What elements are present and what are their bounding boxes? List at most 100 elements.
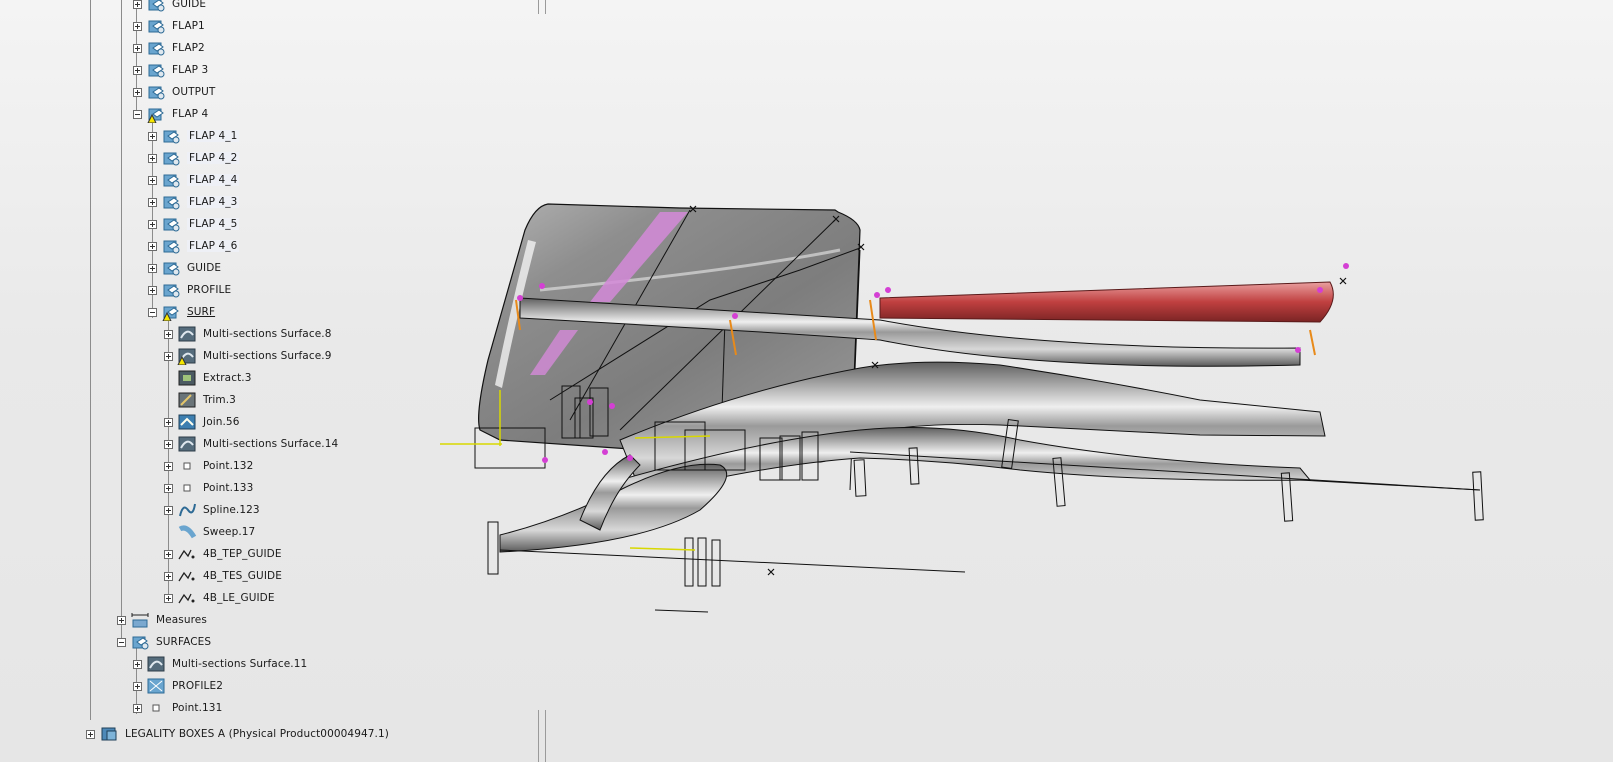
expand-icon[interactable] [148,197,157,207]
tree-item[interactable]: Point.133 [164,477,253,499]
multi-sections-surface-icon [146,655,166,673]
tree-item[interactable]: Trim.3 [164,389,236,411]
tree-item-label: OUTPUT [172,86,216,98]
tree-item[interactable]: 4B_LE_GUIDE [164,587,275,609]
tree-item-label: FLAP 4_5 [187,218,240,230]
tree-item[interactable]: Multi-sections Surface.14 [164,433,338,455]
expand-icon[interactable] [148,263,157,273]
collapse-icon[interactable] [148,307,157,317]
tree-item-label: FLAP 4_4 [187,174,240,186]
tree-item[interactable]: Measures [117,609,207,631]
geometrical-set-warning-icon [161,303,181,321]
tree-item-label: Point.132 [203,460,254,472]
expand-icon[interactable] [148,153,157,163]
tree-item[interactable]: FLAP 4_6 [148,235,240,257]
tree-item-label: FLAP 4_1 [187,130,240,142]
tree-item[interactable]: Multi-sections Surface.11 [133,653,307,675]
tree-item[interactable]: GUIDE [133,0,206,15]
geometrical-set-icon [146,17,166,35]
tree-item[interactable]: PROFILE2 [133,675,223,697]
expand-icon[interactable] [164,461,173,471]
multi-sections-surface-icon [177,435,197,453]
geometrical-set-icon [146,39,166,57]
tree-item[interactable]: Extract.3 [164,367,252,389]
geometrical-set-icon [161,193,181,211]
tree-item[interactable]: FLAP 3 [133,59,208,81]
tree-item[interactable]: Point.132 [164,455,253,477]
geometrical-set-icon [146,83,166,101]
tree-item[interactable]: Sweep.17 [164,521,255,543]
tree-item-label: FLAP 4_2 [187,152,240,164]
tree-item-label: Point.133 [203,482,254,494]
tree-item[interactable]: SURFACES [117,631,211,653]
tree-item-label: FLAP 4_6 [187,240,240,252]
tree-item[interactable]: FLAP 4_3 [148,191,240,213]
panel-divider-bottom [538,710,546,762]
tree-item-label: FLAP 3 [172,64,209,76]
geometrical-set-icon [146,0,166,13]
red-flap-surface[interactable] [879,281,1334,323]
expand-icon[interactable] [133,0,142,9]
tree-item[interactable]: Spline.123 [164,499,260,521]
tree-item[interactable]: Point.131 [133,697,222,719]
expand-icon[interactable] [164,329,173,339]
expand-icon[interactable] [133,43,142,53]
tree-item[interactable]: FLAP1 [133,15,205,37]
expand-icon[interactable] [148,131,157,141]
tree-item-label: PROFILE2 [172,680,223,692]
tree-item[interactable]: FLAP 4_4 [148,169,240,191]
tree-item[interactable]: SURF [148,301,215,323]
tree-item[interactable]: FLAP 4_2 [148,147,240,169]
expand-icon[interactable] [148,219,157,229]
tree-item[interactable]: OUTPUT [133,81,215,103]
expand-icon[interactable] [117,615,126,625]
expand-icon[interactable] [133,703,142,713]
tree-item[interactable]: GUIDE [148,257,221,279]
expand-icon[interactable] [133,65,142,75]
expand-icon[interactable] [164,417,173,427]
point-icon [146,699,166,717]
expand-icon[interactable] [164,483,173,493]
tree-item[interactable]: FLAP 4_1 [148,125,240,147]
tree-item[interactable]: 4B_TEP_GUIDE [164,543,282,565]
expand-icon[interactable] [164,571,173,581]
tree-item[interactable]: FLAP 4_5 [148,213,240,235]
point-icon [177,457,197,475]
tree-item-label: Multi-sections Surface.8 [203,328,332,340]
collapse-icon[interactable] [133,109,142,119]
expand-icon[interactable] [164,549,173,559]
measures-icon [130,611,150,629]
tree-item[interactable]: LEGALITY BOXES A (Physical Product000049… [86,723,389,745]
tree-item[interactable]: Multi-sections Surface.8 [164,323,332,345]
expand-icon[interactable] [148,285,157,295]
panel-divider-top [538,0,546,14]
expand-icon[interactable] [164,505,173,515]
tree-item-label: Trim.3 [203,394,236,406]
expand-icon[interactable] [148,175,157,185]
multi-sections-surface-icon [177,325,197,343]
tree-item[interactable]: Join.56 [164,411,240,433]
geometrical-set-icon [161,149,181,167]
geometrical-set-icon [161,237,181,255]
expand-icon[interactable] [148,241,157,251]
expand-icon[interactable] [133,87,142,97]
tree-item-label: Point.131 [172,702,223,714]
expand-icon[interactable] [164,351,173,361]
tree-item[interactable]: FLAP 4 [133,103,208,125]
tree-item[interactable]: Multi-sections Surface.9 [164,345,332,367]
expand-icon[interactable] [164,593,173,603]
expand-icon[interactable] [164,439,173,449]
collapse-icon[interactable] [117,637,126,647]
tree-item-label: Extract.3 [203,372,252,384]
geometrical-set-icon [161,127,181,145]
expand-icon[interactable] [133,659,142,669]
tree-item-label: Join.56 [203,416,240,428]
tree-item[interactable]: 4B_TES_GUIDE [164,565,282,587]
3d-viewport[interactable] [440,190,1540,630]
expand-icon[interactable] [86,729,95,739]
tree-item[interactable]: PROFILE [148,279,231,301]
join-icon [177,413,197,431]
expand-icon[interactable] [133,681,142,691]
expand-icon[interactable] [133,21,142,31]
tree-item[interactable]: FLAP2 [133,37,205,59]
